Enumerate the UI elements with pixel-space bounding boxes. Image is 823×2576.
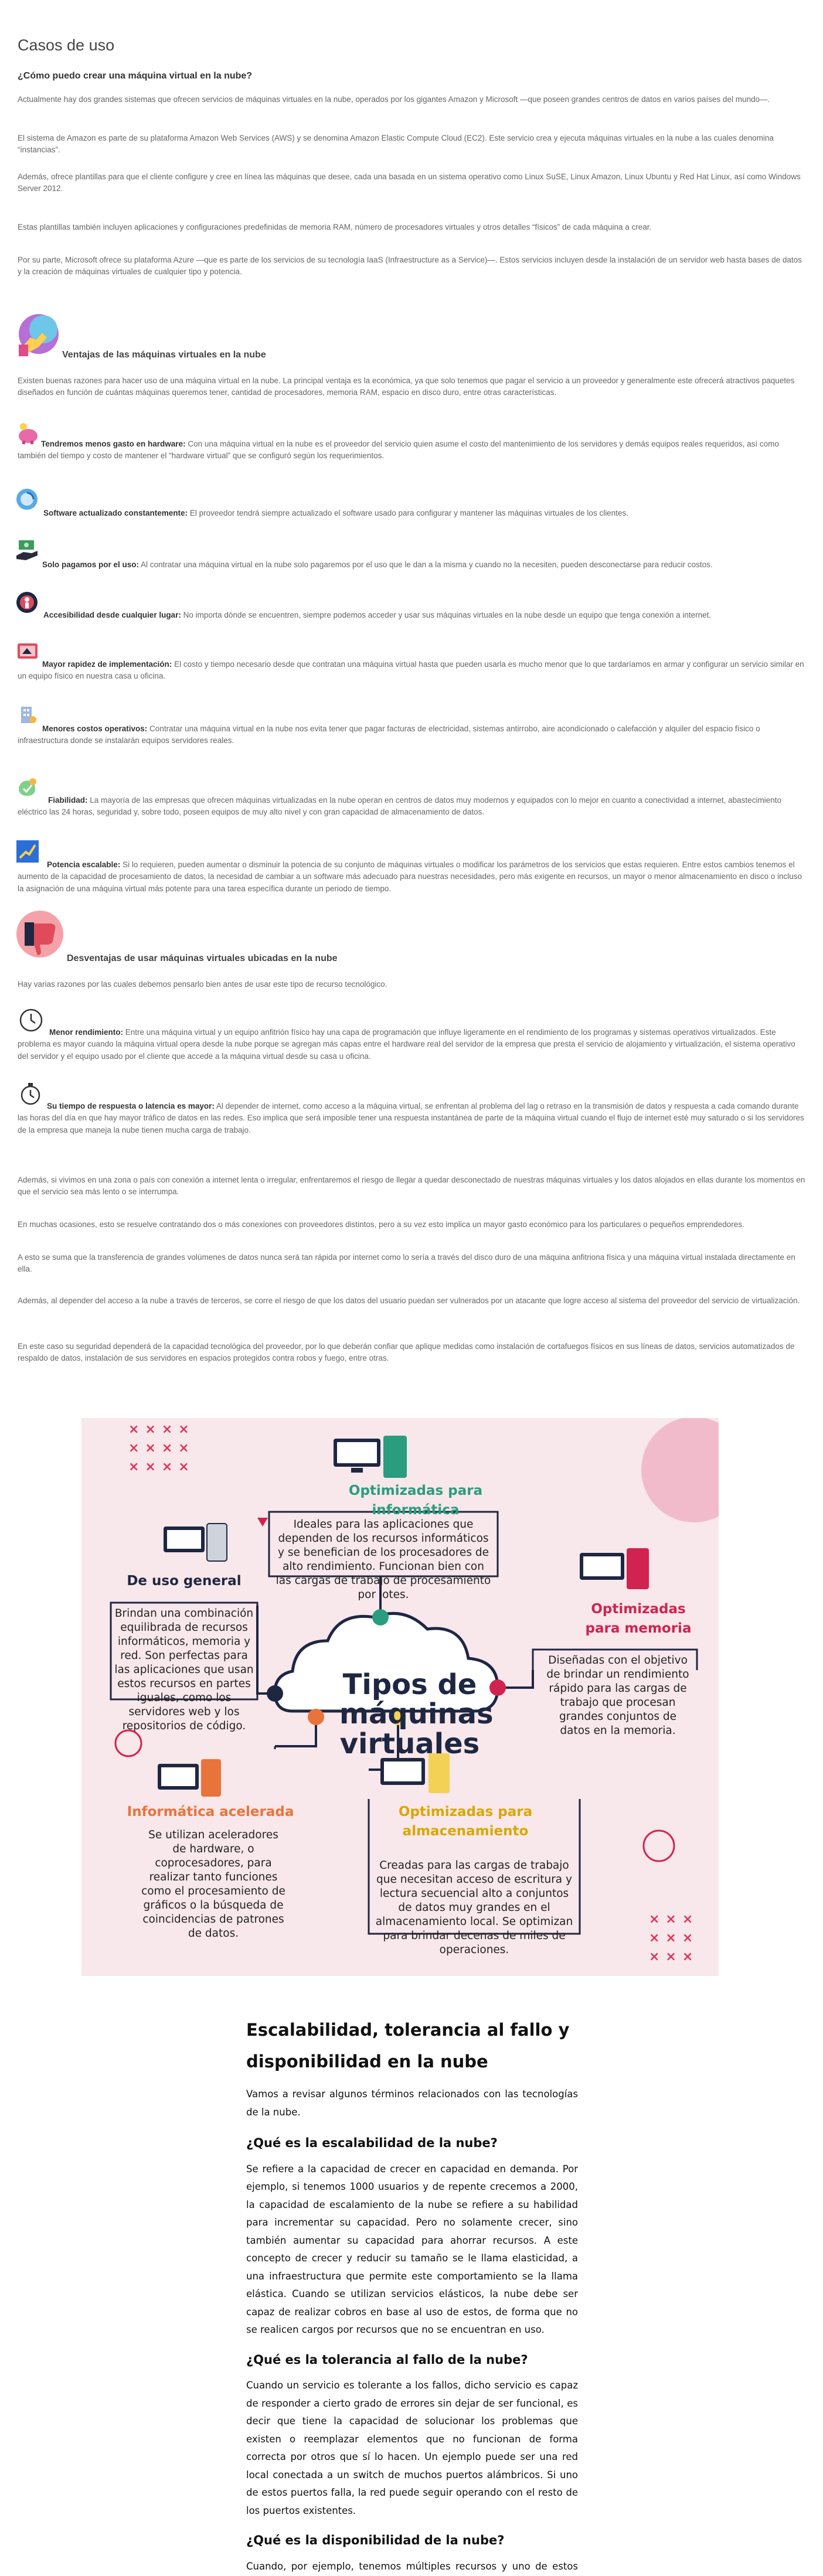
- infographic-center-title: Tipos de máquinas virtuales: [339, 1668, 494, 1760]
- article: Escalabilidad, tolerancia al fallo y dis…: [246, 2015, 578, 2576]
- advantage-label: Potencia escalable:: [47, 860, 121, 869]
- computer-icon: [158, 1759, 221, 1797]
- advantages-title: Ventajas de las máquinas virtuales en la…: [62, 350, 266, 360]
- article-heading: ¿Qué es la escalabilidad de la nube?: [246, 2136, 498, 2151]
- section-question: ¿Cómo puedo crear una máquina virtual en…: [18, 71, 253, 81]
- decorative-x-pattern: ×××× ×××× ××××: [128, 1422, 195, 1474]
- computer-icon: [334, 1436, 407, 1478]
- disadvantage-paragraph: A esto se suma que la transferencia de g…: [18, 1253, 795, 1274]
- intro-paragraph: Actualmente hay dos grandes sistemas que…: [18, 95, 770, 104]
- disadvantage-item: Su tiempo de respuesta o latencia es may…: [18, 1100, 805, 1136]
- node-body-almacenamiento: Creadas para las cargas de trabajo que n…: [375, 1859, 573, 1957]
- computer-icon: [164, 1523, 227, 1562]
- node-body-acelerada: Se utilizan aceleradores de hardware, o …: [141, 1829, 285, 1940]
- disadvantage-label: Su tiempo de respuesta o latencia es may…: [47, 1102, 215, 1110]
- advantage-label: Fiabilidad:: [48, 796, 88, 805]
- advantage-item: Tendremos menos gasto en hardware: Con u…: [18, 438, 805, 462]
- intro-paragraph: Además, ofrece plantillas para que el cl…: [18, 172, 801, 193]
- disadvantages-title: Desventajas de usar máquinas virtuales u…: [67, 953, 338, 963]
- page: Casos de uso ¿Cómo puedo crear una máqui…: [0, 0, 823, 2576]
- article-paragraph: Cuando, por ejemplo, tenemos múltiples r…: [246, 2560, 578, 2572]
- node-body-informatica: Ideales para las aplicaciones que depend…: [276, 1518, 491, 1602]
- advantage-text: Si lo requieren, pueden aumentar o dismi…: [18, 860, 802, 893]
- disadvantage-item: Menor rendimiento: Entre una máquina vir…: [18, 1027, 805, 1062]
- disadvantage-paragraph: En este caso su seguridad dependerá de l…: [18, 1342, 795, 1363]
- article-heading: ¿Qué es la disponibilidad de la nube?: [246, 2533, 505, 2548]
- advantage-text: No importa dónde se encuentren, siempre …: [181, 611, 712, 619]
- node-title-acelerada: Informática acelerada: [127, 1804, 294, 1819]
- node-body-general: Brindan una combinación equilibrada de r…: [114, 1607, 254, 1733]
- advantage-item: Mayor rapidez de implementación: El cost…: [18, 659, 805, 683]
- node-body-memoria: Diseñadas con el objetivo de brindar un …: [546, 1654, 689, 1737]
- advantage-text: La mayoría de las empresas que ofrecen m…: [18, 796, 781, 817]
- advantages-intro: Existen buenas razones para hacer uso de…: [18, 376, 795, 397]
- advantage-text: Al contratar una máquina virtual en la n…: [139, 560, 713, 569]
- thumbs-up-icon: [13, 312, 61, 360]
- disadvantage-paragraph: Además, si vivimos en una zona o país co…: [18, 1175, 805, 1197]
- intro-paragraph: Por su parte, Microsoft ofrece su plataf…: [18, 255, 802, 277]
- payment-hand-icon: [15, 538, 40, 561]
- advantage-label: Accesibilidad desde cualquier lugar:: [43, 611, 181, 619]
- advantage-label: Mayor rapidez de implementación:: [42, 660, 172, 669]
- node-title-informatica: Optimizadas para informática: [348, 1483, 483, 1518]
- advantage-label: Menores costos operativos:: [42, 724, 148, 733]
- article-title: Escalabilidad, tolerancia al fallo y dis…: [246, 2020, 570, 2071]
- article-heading: ¿Qué es la tolerancia al fallo de la nub…: [246, 2352, 528, 2367]
- intro-paragraph: Estas plantillas también incluyen aplica…: [18, 223, 652, 231]
- advantage-item: Solo pagamos por el uso: Al contratar un…: [18, 559, 805, 571]
- advantage-label: Software actualizado constantemente:: [43, 509, 188, 517]
- thumbs-down-icon: [13, 907, 67, 961]
- node-title-almacenamiento: Optimizadas para almacenamiento: [398, 1804, 533, 1839]
- disadvantage-text: Entre una máquina virtual y un equipo an…: [18, 1028, 795, 1061]
- advantage-item: Fiabilidad: La mayoría de las empresas q…: [18, 795, 805, 819]
- disadvantage-paragraph: Además, al depender del acceso a la nube…: [18, 1296, 800, 1305]
- infographic-vm-types: ×××× ×××× ×××× ××× ××× ××× Optimizadas para …: [81, 1418, 719, 1976]
- page-title: Casos de uso: [18, 36, 115, 54]
- advantage-item: Software actualizado constantemente: El …: [18, 507, 805, 519]
- disadvantage-label: Menor rendimiento:: [49, 1028, 124, 1037]
- disadvantage-paragraph: En muchas ocasiones, esto se resuelve co…: [18, 1220, 744, 1229]
- article-paragraph: Se refiere a la capacidad de crecer en c…: [246, 2163, 578, 2336]
- advantage-item: Accesibilidad desde cualquier lugar: No …: [18, 609, 805, 621]
- advantage-item: Potencia escalable: Si lo requieren, pue…: [18, 859, 805, 895]
- decorative-x-pattern: ××× ××× ×××: [649, 1912, 699, 1964]
- advantage-text: El proveedor tendrá siempre actualizado …: [188, 509, 628, 517]
- intro-paragraph: El sistema de Amazon es parte de su plat…: [18, 134, 774, 155]
- article-intro: Vamos a revisar algunos términos relacio…: [246, 2088, 578, 2118]
- node-title-general: De uso general: [127, 1573, 242, 1589]
- advantage-item: Menores costos operativos: Contratar una…: [18, 723, 805, 747]
- article-paragraph: Cuando un servicio es tolerante a los fa…: [246, 2380, 578, 2516]
- disadvantages-intro: Hay varias razones por las cuales debemo…: [18, 980, 387, 989]
- node-title-memoria: Optimizadas para memoria: [585, 1602, 692, 1637]
- advantage-label: Tendremos menos gasto en hardware:: [41, 439, 186, 448]
- advantage-label: Solo pagamos por el uso:: [42, 560, 140, 569]
- computer-icon: [580, 1548, 649, 1589]
